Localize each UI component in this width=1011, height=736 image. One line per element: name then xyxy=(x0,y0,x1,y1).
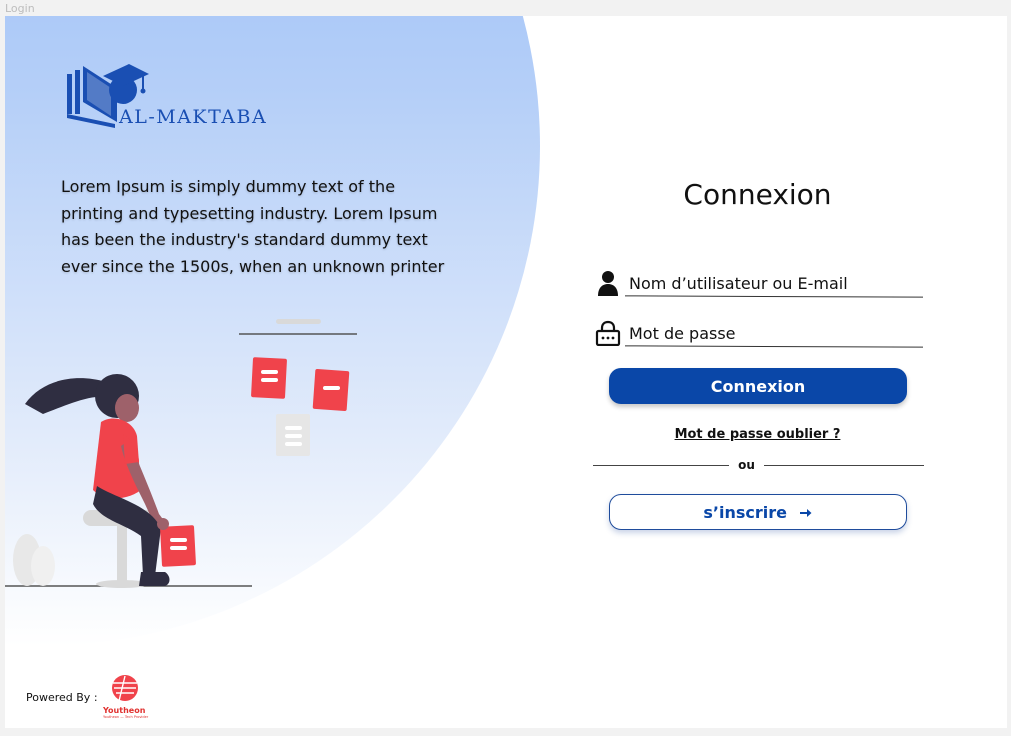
password-underline xyxy=(624,345,924,348)
or-label: ou xyxy=(738,458,755,472)
powered-by-label: Powered By : xyxy=(26,691,98,704)
lock-icon xyxy=(595,320,621,346)
password-input[interactable] xyxy=(625,320,927,346)
divider-left xyxy=(593,465,729,466)
username-field-group xyxy=(595,268,927,298)
frame-label: Login xyxy=(5,2,35,15)
username-underline xyxy=(624,295,924,298)
password-field-group xyxy=(595,318,927,348)
user-icon xyxy=(598,271,618,296)
username-input[interactable] xyxy=(625,270,927,296)
divider-right xyxy=(764,465,924,466)
login-title: Connexion xyxy=(683,178,832,211)
brand-name: AL-MAKTABA xyxy=(119,106,268,128)
hero-description: Lorem Ipsum is simply dummy text of the … xyxy=(61,177,445,276)
woman-sitting-illustration xyxy=(5,319,357,588)
youtheon-name: Youtheon xyxy=(103,706,146,715)
signup-label: s’inscrire xyxy=(703,502,788,522)
signup-button[interactable]: s’inscrire xyxy=(609,494,907,530)
youtheon-tagline: Youtheon — Tech Provider xyxy=(103,715,149,719)
login-button[interactable]: Connexion xyxy=(609,368,907,404)
arrow-right-icon xyxy=(799,509,812,517)
login-page: AL-MAKTABA Lorem Ipsum is simply dummy t… xyxy=(5,16,1007,728)
forgot-password-link[interactable]: Mot de passe oublier ? xyxy=(605,427,910,442)
